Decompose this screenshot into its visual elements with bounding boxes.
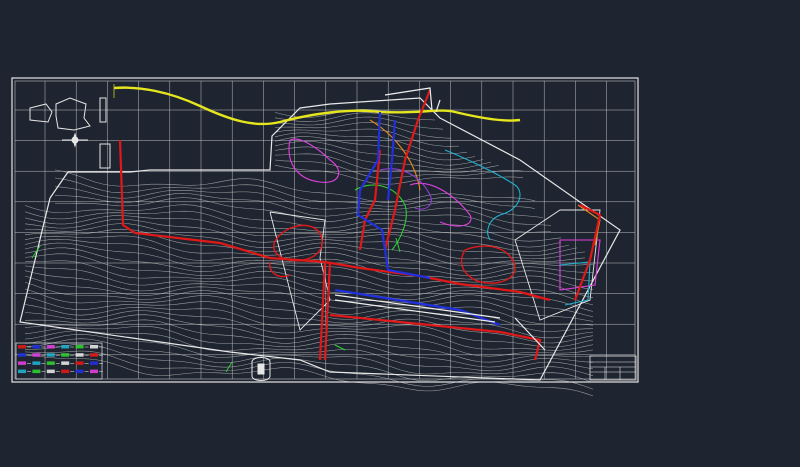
- contour-line: [24, 304, 594, 344]
- legend-swatch: [90, 369, 98, 374]
- legend-swatch: [18, 369, 26, 374]
- red-basin-outlines: [269, 224, 516, 284]
- legend-swatch: [61, 353, 70, 357]
- contour-line: [54, 197, 552, 233]
- legend-swatch: [46, 353, 55, 357]
- legend-swatch: [46, 361, 55, 365]
- title-block: [589, 355, 637, 381]
- contour-line: [274, 136, 476, 161]
- contour-line: [54, 169, 536, 203]
- cad-viewport[interactable]: [0, 0, 800, 463]
- legend-swatch: [90, 353, 98, 357]
- legend-swatch: [32, 369, 41, 374]
- legend-swatch: [46, 369, 55, 374]
- legend-swatch: [18, 353, 26, 357]
- utility-layer-red: [118, 89, 602, 361]
- legend-swatch: [90, 361, 98, 365]
- contour-line: [24, 260, 594, 306]
- contour-line: [24, 334, 594, 372]
- legend-table: [15, 342, 103, 380]
- location-inset-icon: [29, 97, 91, 131]
- legend-swatch: [90, 345, 98, 349]
- legend-swatch: [75, 353, 84, 357]
- legend-swatch: [32, 353, 41, 357]
- legend-swatch: [75, 361, 84, 365]
- legend-swatch: [32, 361, 41, 365]
- legend-swatch: [18, 361, 26, 365]
- legend-swatch: [46, 345, 55, 349]
- contour-line: [24, 275, 594, 322]
- contour-line: [274, 132, 468, 154]
- contour-line: [54, 193, 552, 226]
- cad-drawing: [11, 77, 639, 397]
- contour-line: [24, 296, 594, 339]
- legend-swatch: [32, 345, 41, 349]
- contour-line: [24, 330, 594, 368]
- legend-swatch: [75, 345, 84, 349]
- internal-boundary: [269, 211, 331, 331]
- contour-line: [24, 204, 562, 242]
- legend-swatch: [75, 369, 84, 374]
- legend-border: [15, 342, 103, 380]
- contour-line: [274, 146, 492, 170]
- legend-swatch: [61, 369, 70, 374]
- legend-swatch: [61, 361, 70, 365]
- contour-line: [24, 281, 594, 326]
- north-arrow-icon: [62, 132, 88, 148]
- legend-swatch: [18, 345, 26, 349]
- contour-line: [25, 223, 586, 260]
- legend-swatch: [61, 345, 70, 349]
- contour-line: [274, 128, 460, 147]
